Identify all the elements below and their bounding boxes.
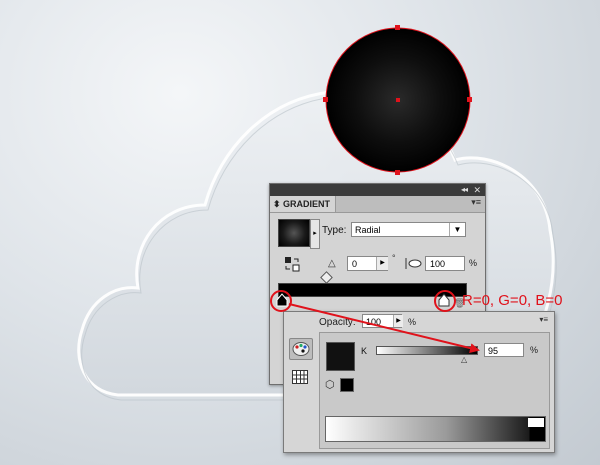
annotation-overlay xyxy=(270,290,480,353)
annotation-rgb-label: R=0, G=0, B=0 xyxy=(462,292,563,309)
gradient-stop-left[interactable] xyxy=(276,293,288,307)
gradient-stop-right[interactable] xyxy=(438,293,450,307)
